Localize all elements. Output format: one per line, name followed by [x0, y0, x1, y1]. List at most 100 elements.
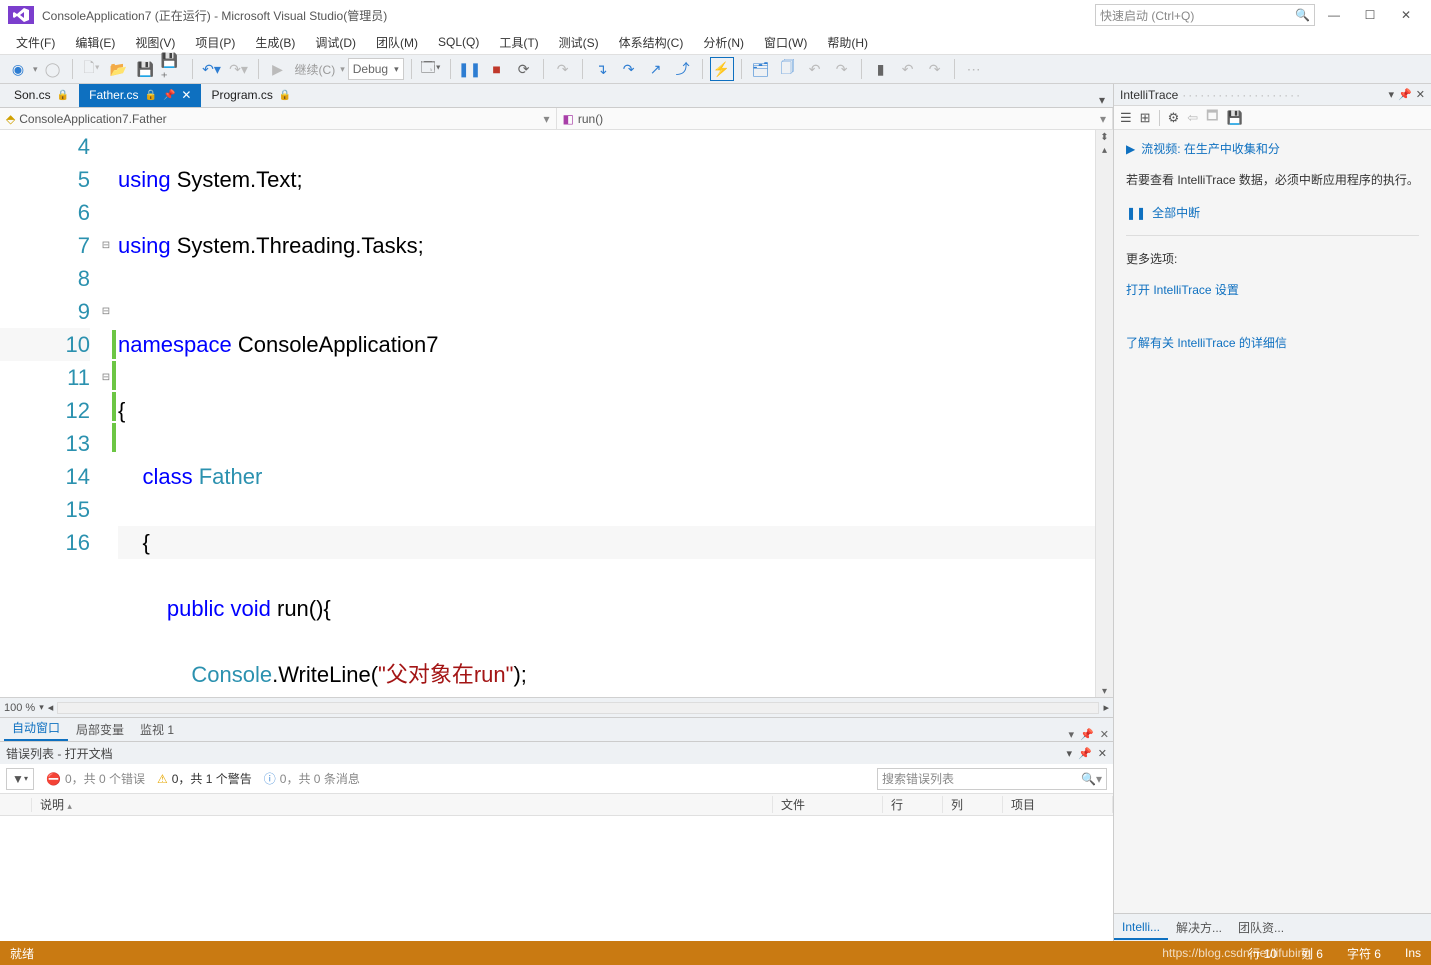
- code-area[interactable]: using System.Text; using System.Threadin…: [118, 130, 1095, 697]
- quick-launch-input[interactable]: 快速启动 (Ctrl+Q) 🔍: [1095, 4, 1315, 26]
- config-dropdown[interactable]: Debug▾: [348, 58, 404, 80]
- tool-button4[interactable]: ↷: [830, 57, 854, 81]
- code-editor[interactable]: 4 5 6 7 8 9 10 11 12 13 14 15 16 ⊟ ⊟: [0, 130, 1113, 697]
- menu-window[interactable]: 窗口(W): [754, 31, 817, 54]
- menu-build[interactable]: 生成(B): [245, 31, 305, 54]
- error-list-body[interactable]: [0, 816, 1113, 941]
- hscroll-left-icon[interactable]: ◂: [48, 701, 54, 714]
- maximize-button[interactable]: ☐: [1353, 3, 1387, 27]
- tab-son-cs[interactable]: Son.cs 🔒: [4, 84, 79, 107]
- step-over-button[interactable]: ↷: [617, 57, 641, 81]
- tool-button6[interactable]: ↶: [896, 57, 920, 81]
- open-file-button[interactable]: 📂: [107, 57, 131, 81]
- tabs-overflow-dropdown[interactable]: ▾: [1099, 93, 1113, 107]
- menu-analyze[interactable]: 分析(N): [693, 31, 754, 54]
- menu-team[interactable]: 团队(M): [366, 31, 428, 54]
- col-icon[interactable]: [0, 798, 32, 812]
- close-panel-icon[interactable]: ✕: [1100, 728, 1109, 741]
- member-combo[interactable]: ◧ run() ▾: [557, 108, 1114, 129]
- editor-vertical-scrollbar[interactable]: ⬍ ▴ ▾: [1095, 130, 1113, 697]
- new-project-button[interactable]: 🗋▾: [80, 57, 104, 81]
- tab-locals[interactable]: 局部变量: [68, 718, 132, 741]
- zoom-dropdown-icon[interactable]: ▾: [39, 702, 44, 713]
- list-view-icon[interactable]: ☰: [1120, 110, 1132, 126]
- tool-button3[interactable]: ↶: [803, 57, 827, 81]
- filter-button[interactable]: ▼▾: [6, 768, 34, 790]
- scroll-up-icon[interactable]: ▴: [1102, 145, 1107, 156]
- step-button[interactable]: ⤴: [671, 57, 695, 81]
- error-search-input[interactable]: 搜索错误列表 🔍▾: [877, 768, 1107, 790]
- intellitrace-events-button[interactable]: ⚡: [710, 57, 734, 81]
- intellitrace-video-link[interactable]: ▶ 流视频: 在生产中收集和分: [1126, 140, 1419, 157]
- zoom-level[interactable]: 100 %: [4, 702, 35, 714]
- menu-project[interactable]: 项目(P): [185, 31, 245, 54]
- fold-toggle[interactable]: ⊟: [100, 361, 112, 394]
- toolbar-overflow[interactable]: ⋯: [962, 57, 986, 81]
- nav-back-icon[interactable]: ⇦: [1187, 110, 1198, 126]
- save-all-button[interactable]: 💾⁺: [161, 57, 185, 81]
- nav-fwd-button[interactable]: ◯: [41, 57, 65, 81]
- class-combo[interactable]: ⬘ ConsoleApplication7.Father ▾: [0, 108, 557, 129]
- fold-gutter[interactable]: ⊟ ⊟ ⊟: [100, 130, 112, 697]
- col-project[interactable]: 项目: [1003, 796, 1113, 813]
- close-tab-icon[interactable]: ✕: [181, 88, 191, 102]
- window-dropdown-icon[interactable]: ▾: [1067, 747, 1073, 760]
- save-button[interactable]: 💾: [134, 57, 158, 81]
- pin-icon[interactable]: 📌: [1078, 747, 1092, 760]
- close-panel-icon[interactable]: ✕: [1098, 747, 1107, 760]
- nav-back-button[interactable]: ◉: [6, 57, 30, 81]
- stop-button[interactable]: ■: [485, 57, 509, 81]
- menu-tools[interactable]: 工具(T): [489, 31, 548, 54]
- warnings-toggle[interactable]: ⚠0，共 1 个警告: [157, 770, 252, 787]
- window-dropdown-icon[interactable]: ▾: [1069, 728, 1075, 741]
- col-line[interactable]: 行: [883, 796, 943, 813]
- editor-horizontal-scrollbar[interactable]: [57, 702, 1099, 714]
- break-all-link[interactable]: ❚❚ 全部中断: [1126, 204, 1419, 221]
- scroll-down-icon[interactable]: ▾: [1102, 686, 1107, 697]
- pin-icon[interactable]: 📌: [163, 90, 175, 101]
- save-icon[interactable]: 💾: [1226, 110, 1242, 126]
- close-button[interactable]: ✕: [1389, 3, 1423, 27]
- fold-toggle[interactable]: ⊟: [100, 295, 112, 328]
- menu-debug[interactable]: 调试(D): [305, 31, 366, 54]
- continue-label[interactable]: 继续(C): [293, 61, 338, 78]
- nav-window-icon[interactable]: 🗖: [1206, 107, 1218, 129]
- undo-button[interactable]: ↶▾: [200, 57, 224, 81]
- pin-icon[interactable]: 📌: [1398, 88, 1412, 101]
- show-next-statement-button[interactable]: ↷: [551, 57, 575, 81]
- close-panel-icon[interactable]: ✕: [1416, 88, 1425, 101]
- learn-more-link[interactable]: 了解有关 IntelliTrace 的详细信: [1126, 334, 1419, 351]
- tree-view-icon[interactable]: ⊞: [1140, 110, 1151, 126]
- hscroll-right-icon[interactable]: ▸: [1103, 701, 1109, 714]
- tab-program-cs[interactable]: Program.cs 🔒: [201, 84, 301, 107]
- redo-button[interactable]: ↷▾: [227, 57, 251, 81]
- tab-intellitrace[interactable]: Intelli...: [1114, 916, 1168, 940]
- browse-button[interactable]: 🗔▾: [419, 57, 443, 81]
- col-col[interactable]: 列: [943, 796, 1003, 813]
- tab-autos[interactable]: 自动窗口: [4, 716, 68, 741]
- tool-button7[interactable]: ↷: [923, 57, 947, 81]
- restart-button[interactable]: ⟳: [512, 57, 536, 81]
- errors-toggle[interactable]: ⛔0，共 0 个错误: [46, 770, 145, 787]
- tab-solution-explorer[interactable]: 解决方...: [1168, 915, 1230, 940]
- messages-toggle[interactable]: ⓘ0，共 0 条消息: [264, 770, 360, 787]
- tab-team-explorer[interactable]: 团队资...: [1230, 915, 1292, 940]
- menu-view[interactable]: 视图(V): [125, 31, 185, 54]
- pin-icon[interactable]: 📌: [1080, 728, 1094, 741]
- split-icon[interactable]: ⬍: [1100, 132, 1108, 143]
- col-desc[interactable]: 说明 ▴: [32, 796, 773, 813]
- tool-button5[interactable]: ▮: [869, 57, 893, 81]
- col-file[interactable]: 文件: [773, 796, 883, 813]
- menu-edit[interactable]: 编辑(E): [65, 31, 125, 54]
- window-dropdown-icon[interactable]: ▾: [1389, 88, 1395, 101]
- pause-button[interactable]: ❚❚: [458, 57, 482, 81]
- tool-button1[interactable]: 🗂: [749, 57, 773, 81]
- step-into-button[interactable]: ↴: [590, 57, 614, 81]
- step-out-button[interactable]: ↗: [644, 57, 668, 81]
- menu-help[interactable]: 帮助(H): [817, 31, 878, 54]
- menu-test[interactable]: 测试(S): [549, 31, 609, 54]
- tab-watch1[interactable]: 监视 1: [132, 718, 182, 741]
- tool-button2[interactable]: 🗍: [776, 57, 800, 81]
- gear-icon[interactable]: ⚙: [1168, 110, 1180, 126]
- menu-sql[interactable]: SQL(Q): [428, 32, 489, 52]
